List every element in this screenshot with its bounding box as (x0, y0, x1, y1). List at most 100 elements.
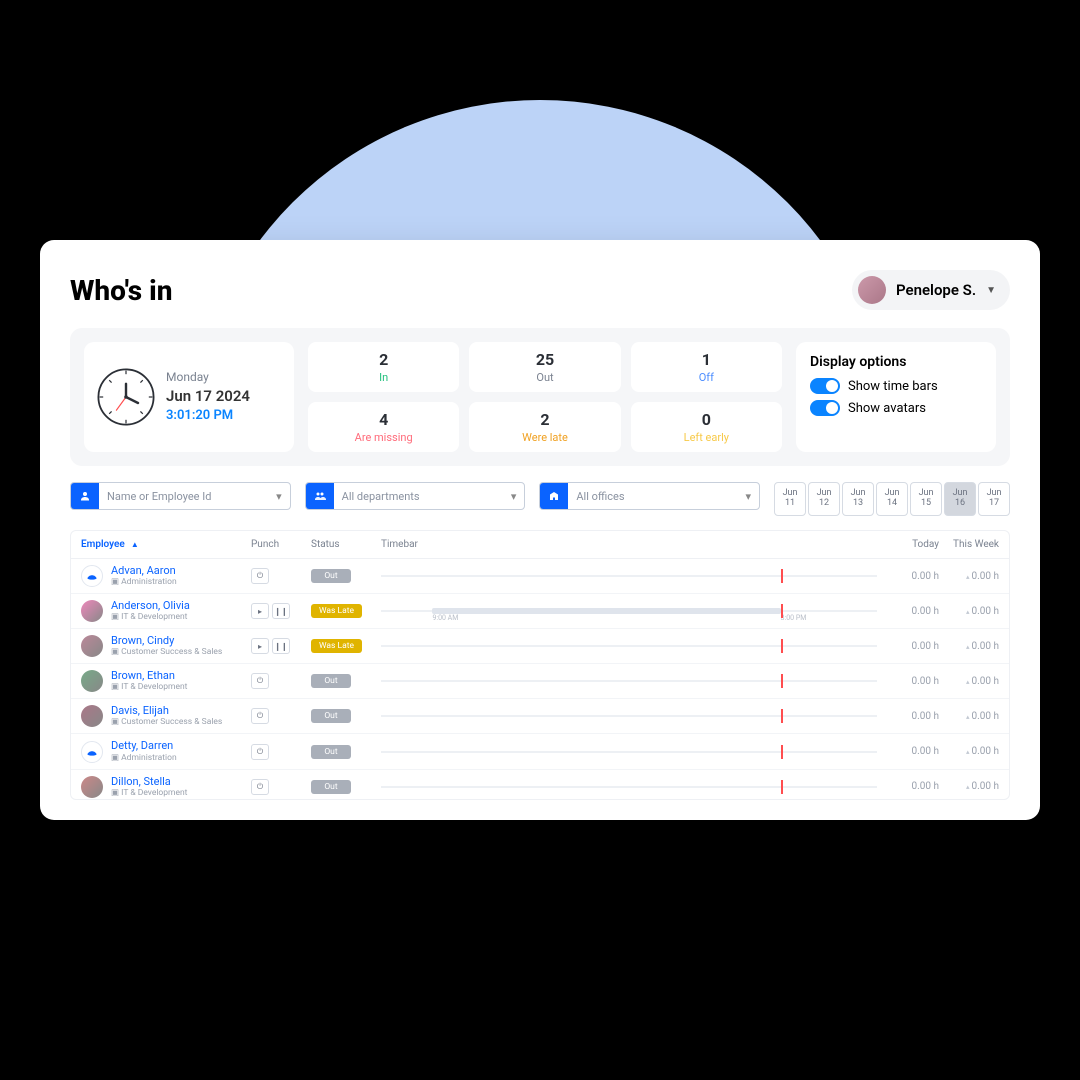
stat-card: 25 Out (469, 342, 620, 392)
today-hours: 0.00 h (883, 571, 939, 582)
employee-dept: ▣ IT & Development (111, 788, 187, 798)
employee-name[interactable]: Brown, Ethan (111, 670, 187, 682)
table-row: Brown, Ethan▣ IT & Development ⏻ Out 0.00 h… (71, 664, 1009, 699)
status-badge: Was Late (311, 639, 362, 653)
employee-name[interactable]: Davis, Elijah (111, 705, 222, 717)
employee-dept: ▣ IT & Development (111, 682, 187, 692)
punch-play-button[interactable]: ▸ (251, 603, 269, 619)
table-row: Davis, Elijah▣ Customer Success & Sales ⏻… (71, 699, 1009, 734)
stat-value: 0 (635, 410, 778, 429)
date-button[interactable]: Jun16 (944, 482, 976, 516)
stat-value: 4 (312, 410, 455, 429)
clock-date: Jun 17 2024 (166, 386, 250, 407)
page-title: Who's in (70, 274, 172, 307)
filters-row: Name or Employee Id ▾ All departments ▾ … (70, 482, 1010, 516)
col-employee[interactable]: Employee ▲ (81, 539, 251, 550)
col-status[interactable]: Status (311, 539, 371, 550)
clock-time: 3:01:20 PM (166, 407, 250, 425)
stat-label: In (312, 371, 455, 384)
clock-day: Monday (166, 369, 250, 386)
week-hours: ▴0.00 h (939, 781, 999, 792)
punch-power-button[interactable]: ⏻ (251, 708, 269, 724)
col-punch[interactable]: Punch (251, 539, 311, 550)
table-body: Advan, Aaron▣ Administration⏻Out0.00 h▴0… (71, 559, 1009, 799)
options-title: Display options (810, 354, 982, 370)
timebar: 9:00 AM3:00 PM (371, 602, 883, 620)
stat-card: 4 Are missing (308, 402, 459, 452)
today-hours: 0.00 h (883, 676, 939, 687)
today-hours: 0.00 h (883, 641, 939, 652)
timebar (371, 778, 883, 796)
week-hours: ▴0.00 h (939, 676, 999, 687)
col-today[interactable]: Today (883, 539, 939, 550)
person-icon (71, 483, 99, 509)
building-icon (540, 483, 568, 509)
company-logo-icon (81, 565, 103, 587)
clock-icon (96, 367, 156, 427)
avatar (81, 776, 103, 798)
employee-name[interactable]: Brown, Cindy (111, 635, 222, 647)
col-timebar: Timebar (371, 539, 883, 550)
filter-name[interactable]: Name or Employee Id ▾ (70, 482, 291, 510)
status-badge: Out (311, 780, 351, 794)
employee-name[interactable]: Detty, Darren (111, 740, 177, 752)
filter-office-text: All offices (568, 490, 737, 503)
stat-label: Out (473, 371, 616, 384)
date-button[interactable]: Jun11 (774, 482, 806, 516)
stat-label: Off (635, 371, 778, 384)
table-row: Advan, Aaron▣ Administration⏻Out0.00 h▴0… (71, 559, 1009, 594)
stat-label: Were late (473, 431, 616, 444)
avatar (858, 276, 886, 304)
user-menu[interactable]: Penelope S. ▼ (852, 270, 1010, 310)
stats-grid: 2In25Out1Off4Are missing2Were late0Left … (308, 342, 782, 452)
punch-power-button[interactable]: ⏻ (251, 673, 269, 689)
col-week[interactable]: This Week (939, 539, 999, 550)
date-button[interactable]: Jun13 (842, 482, 874, 516)
table-row: Brown, Cindy▣ Customer Success & Sales▸❙… (71, 629, 1009, 664)
stat-value: 25 (473, 350, 616, 369)
toggle[interactable] (810, 400, 840, 416)
stat-label: Are missing (312, 431, 455, 444)
employee-dept: ▣ Customer Success & Sales (111, 717, 222, 727)
status-badge: Was Late (311, 604, 362, 618)
employee-name[interactable]: Anderson, Olivia (111, 600, 190, 612)
chevron-down-icon: ▾ (503, 490, 525, 503)
display-options: Display options Show time barsShow avata… (796, 342, 996, 452)
timebar (371, 743, 883, 761)
punch-power-button[interactable]: ⏻ (251, 779, 269, 795)
option-label: Show avatars (848, 401, 926, 416)
punch-cell: ⏻ (251, 568, 311, 584)
table-row: Detty, Darren▣ Administration⏻Out0.00 h▴… (71, 734, 1009, 769)
punch-break-button[interactable]: ❙❙ (272, 638, 290, 654)
employee-name[interactable]: Dillon, Stella (111, 776, 187, 788)
week-hours: ▴0.00 h (939, 711, 999, 722)
table-row: Anderson, Olivia▣ IT & Development ▸❙❙ Was… (71, 594, 1009, 629)
week-hours: ▴0.00 h (939, 606, 999, 617)
clock-card: Monday Jun 17 2024 3:01:20 PM (84, 342, 294, 452)
employee-dept: ▣ Administration (111, 753, 177, 763)
date-button[interactable]: Jun14 (876, 482, 908, 516)
date-button[interactable]: Jun17 (978, 482, 1010, 516)
people-icon (306, 483, 334, 509)
employee-dept: ▣ IT & Development (111, 612, 190, 622)
filter-office[interactable]: All offices ▾ (539, 482, 760, 510)
employee-name[interactable]: Advan, Aaron (111, 565, 177, 577)
chevron-down-icon: ▼ (986, 285, 996, 296)
filter-name-text: Name or Employee Id (99, 490, 268, 503)
punch-cell: ⏻ (251, 708, 311, 724)
filter-department[interactable]: All departments ▾ (305, 482, 526, 510)
status-badge: Out (311, 674, 351, 688)
punch-play-button[interactable]: ▸ (251, 638, 269, 654)
today-hours: 0.00 h (883, 781, 939, 792)
date-button[interactable]: Jun15 (910, 482, 942, 516)
punch-power-button[interactable]: ⏻ (251, 568, 269, 584)
stat-value: 1 (635, 350, 778, 369)
employee-dept: ▣ Administration (111, 577, 177, 587)
punch-power-button[interactable]: ⏻ (251, 744, 269, 760)
punch-break-button[interactable]: ❙❙ (272, 603, 290, 619)
toggle[interactable] (810, 378, 840, 394)
avatar (81, 635, 103, 657)
avatar (81, 705, 103, 727)
punch-cell: ⏻ (251, 779, 311, 795)
date-button[interactable]: Jun12 (808, 482, 840, 516)
